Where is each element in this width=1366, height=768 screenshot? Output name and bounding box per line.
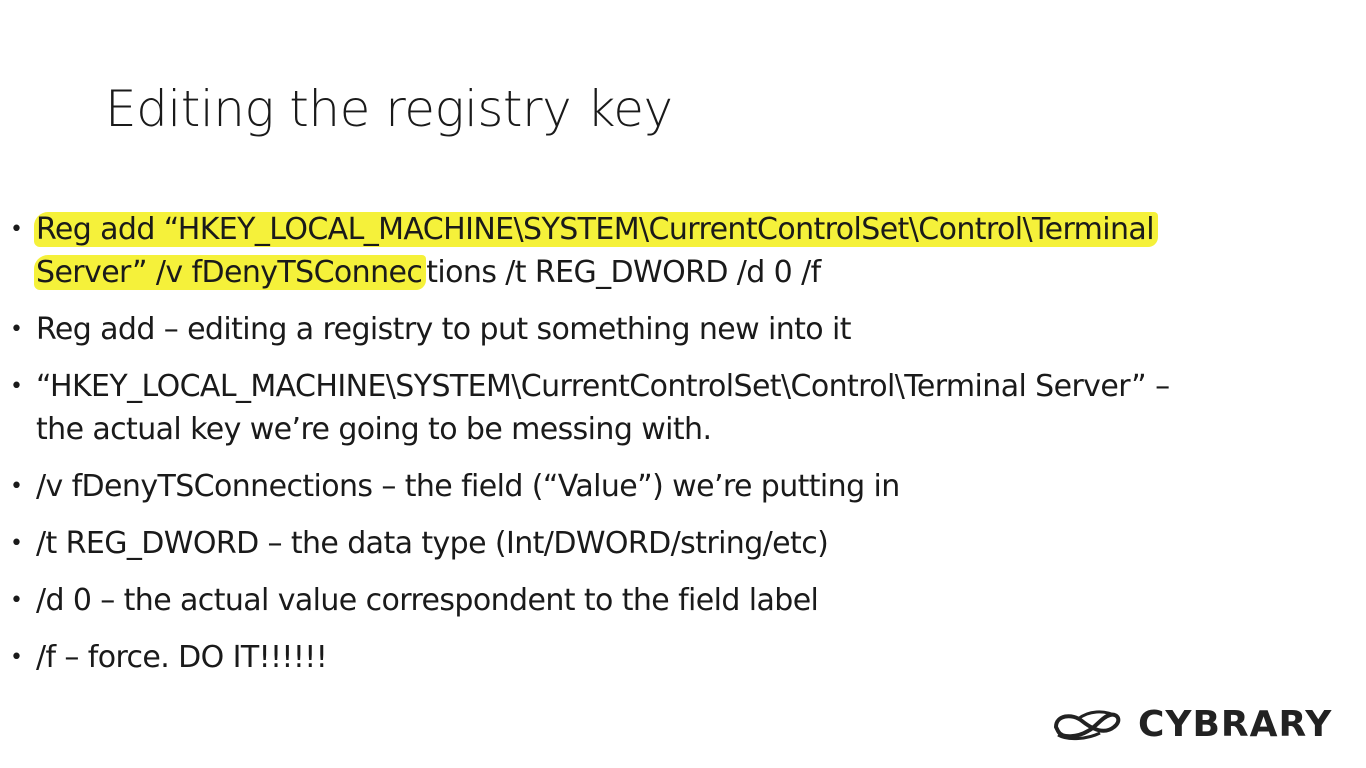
bullet-item: • /f – force. DO IT!!!!!! [0, 636, 1366, 679]
highlighted-text: Reg add “HKEY_LOCAL_MACHINE\SYSTEM\Curre… [34, 212, 1158, 247]
slide-title: Editing the registry key [105, 80, 673, 138]
bullet-dot-icon: • [10, 474, 23, 499]
bullet-line: Reg add “HKEY_LOCAL_MACHINE\SYSTEM\Curre… [34, 208, 1346, 251]
bullet-dot-icon: • [10, 317, 23, 342]
bullet-item: • Reg add “HKEY_LOCAL_MACHINE\SYSTEM\Cur… [0, 208, 1366, 294]
bullet-text: Reg add – editing a registry to put some… [36, 312, 851, 347]
bullet-text: /f – force. DO IT!!!!!! [36, 640, 328, 675]
bullet-item: • “HKEY_LOCAL_MACHINE\SYSTEM\CurrentCont… [0, 365, 1366, 451]
cybrary-logo-icon [1054, 710, 1121, 741]
bullet-text: /d 0 – the actual value correspondent to… [36, 583, 819, 618]
bullet-dot-icon: • [10, 374, 23, 399]
bullet-item: • /v fDenyTSConnections – the field (“Va… [0, 465, 1366, 508]
highlighted-text: Server” /v fDenyTSConnec [34, 255, 427, 290]
bullet-text: tions /t REG_DWORD /d 0 /f [426, 255, 821, 290]
bullet-item: • /t REG_DWORD – the data type (Int/DWOR… [0, 522, 1366, 565]
cybrary-logo: CYBRARY [1048, 702, 1332, 748]
bullet-text: /t REG_DWORD – the data type (Int/DWORD/… [36, 526, 829, 561]
bullet-dot-icon: • [10, 531, 23, 556]
slide: Editing the registry key • Reg add “HKEY… [0, 0, 1366, 768]
bullet-text: the actual key we’re going to be messing… [36, 412, 712, 447]
bullet-line: Server” /v fDenyTSConnec tions /t REG_DWO… [34, 251, 1346, 294]
bullet-text: /v fDenyTSConnections – the field (“Valu… [36, 469, 900, 504]
bullet-dot-icon: • [10, 217, 23, 242]
bullet-dot-icon: • [10, 645, 23, 670]
cybrary-logo-text: CYBRARY [1138, 704, 1333, 745]
bullet-list: • Reg add “HKEY_LOCAL_MACHINE\SYSTEM\Cur… [0, 208, 1366, 679]
bullet-item: • /d 0 – the actual value correspondent … [0, 579, 1366, 622]
bullet-text: “HKEY_LOCAL_MACHINE\SYSTEM\CurrentContro… [36, 369, 1170, 404]
bullet-item: • Reg add – editing a registry to put so… [0, 308, 1366, 351]
bullet-dot-icon: • [10, 588, 23, 613]
